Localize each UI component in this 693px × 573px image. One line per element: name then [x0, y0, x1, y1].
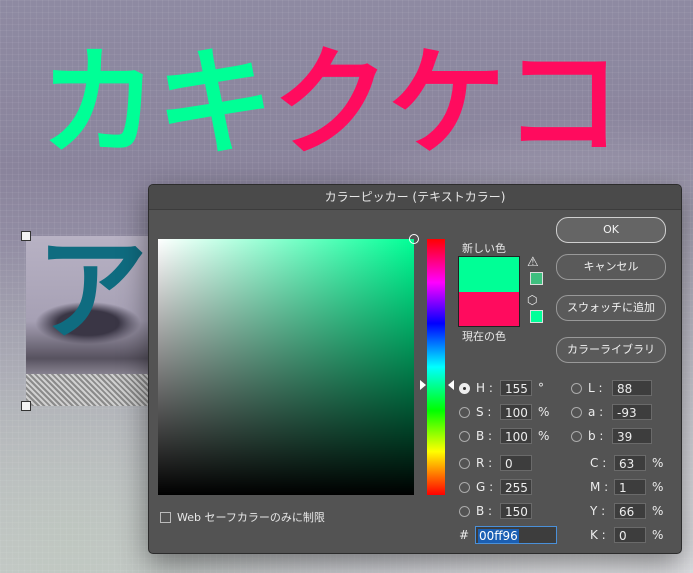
cyan-row: C : 63 % — [590, 453, 663, 473]
canvas-text-green: カキ — [40, 34, 274, 172]
black-unit: % — [652, 528, 664, 542]
lab-b-input[interactable]: 39 — [612, 428, 652, 444]
lab-b-radio[interactable] — [571, 430, 582, 442]
saturation-label: S : — [476, 405, 492, 419]
magenta-row: M : 1 % — [590, 477, 663, 497]
brightness-row: B : 100 % — [459, 426, 549, 446]
hue-radio[interactable] — [459, 382, 470, 394]
canvas-text-layer: カキクケコ — [40, 28, 622, 178]
lab-a-input[interactable]: -93 — [612, 404, 652, 420]
green-input[interactable]: 255 — [500, 479, 532, 495]
yellow-label: Y : — [590, 504, 606, 518]
canvas-text-pink: クケコ — [272, 34, 622, 172]
ok-button[interactable]: OK — [556, 217, 666, 243]
red-input[interactable]: 0 — [500, 455, 532, 471]
brightness-unit: % — [538, 429, 550, 443]
hex-value-selection: 00ff96 — [478, 529, 519, 543]
saturation-radio[interactable] — [459, 406, 470, 418]
color-field-marker[interactable] — [409, 234, 419, 244]
color-libraries-button[interactable]: カラーライブラリ — [556, 337, 666, 363]
red-row: R : 0 — [459, 453, 532, 473]
color-picker-dialog: カラーピッカー (テキストカラー) 新しい色 現在の色 ⚠ ⬡ OK キャンセル… — [148, 184, 682, 554]
lightness-input[interactable]: 88 — [612, 380, 652, 396]
hue-slider[interactable] — [420, 239, 454, 495]
new-color-swatch — [458, 256, 520, 293]
hue-slider-right-arrow[interactable] — [448, 380, 454, 390]
red-radio[interactable] — [459, 457, 470, 469]
lightness-row: L : 88 — [571, 378, 652, 398]
blue-radio[interactable] — [459, 505, 470, 517]
web-only-checkbox[interactable] — [160, 511, 171, 523]
hex-input[interactable]: 00ff96 — [475, 526, 557, 544]
yellow-row: Y : 66 % — [590, 501, 663, 521]
current-color-swatch[interactable] — [458, 292, 520, 327]
lab-a-label: a : — [588, 405, 604, 419]
magenta-label: M : — [590, 480, 609, 494]
black-row: K : 0 % — [590, 525, 663, 545]
hue-label: H : — [476, 381, 493, 395]
cyan-unit: % — [652, 456, 664, 470]
cyan-label: C : — [590, 456, 607, 470]
black-input[interactable]: 0 — [614, 527, 646, 543]
selected-layer-preview[interactable]: ア — [26, 236, 150, 406]
magenta-input[interactable]: 1 — [614, 479, 646, 495]
current-color-label: 現在の色 — [462, 330, 506, 343]
green-row: G : 255 — [459, 477, 532, 497]
lightness-label: L : — [588, 381, 603, 395]
new-color-label: 新しい色 — [462, 242, 506, 255]
layer-glyph: ア — [36, 236, 148, 356]
saturation-input[interactable]: 100 — [500, 404, 532, 420]
blue-input[interactable]: 150 — [500, 503, 532, 519]
web-only-row: Web セーフカラーのみに制限 — [160, 509, 325, 525]
yellow-input[interactable]: 66 — [614, 503, 646, 519]
blue-row: B : 150 — [459, 501, 532, 521]
green-label: G : — [476, 480, 494, 494]
web-safe-cube-icon[interactable]: ⬡ — [527, 293, 537, 307]
blue-label: B : — [476, 504, 493, 518]
magenta-unit: % — [652, 480, 664, 494]
color-field[interactable] — [158, 234, 419, 495]
gamut-warning-icon[interactable]: ⚠ — [527, 255, 539, 270]
brightness-label: B : — [476, 429, 493, 443]
lab-b-row: b : 39 — [571, 426, 652, 446]
yellow-unit: % — [652, 504, 664, 518]
lab-b-label: b : — [588, 429, 604, 443]
dialog-title[interactable]: カラーピッカー (テキストカラー) — [149, 185, 681, 210]
gamut-correction-swatch[interactable] — [530, 272, 543, 285]
lab-a-row: a : -93 — [571, 402, 652, 422]
lab-a-radio[interactable] — [571, 406, 582, 418]
saturation-unit: % — [538, 405, 550, 419]
transform-handle-top-left[interactable] — [21, 231, 31, 241]
lightness-radio[interactable] — [571, 382, 582, 394]
brightness-input[interactable]: 100 — [500, 428, 532, 444]
black-label: K : — [590, 528, 606, 542]
hue-row: H : 155 ° — [459, 378, 544, 398]
hex-label: # — [459, 528, 470, 542]
brightness-radio[interactable] — [459, 430, 470, 442]
cancel-button[interactable]: キャンセル — [556, 254, 666, 280]
hue-slider-left-arrow[interactable] — [420, 380, 426, 390]
hex-row: # 00ff96 — [459, 526, 557, 544]
green-radio[interactable] — [459, 481, 470, 493]
cyan-input[interactable]: 63 — [614, 455, 646, 471]
hue-input[interactable]: 155 — [500, 380, 532, 396]
layer-transparency-pattern — [26, 374, 150, 406]
web-safe-swatch[interactable] — [530, 310, 543, 323]
hue-unit: ° — [538, 381, 544, 395]
web-only-label[interactable]: Web セーフカラーのみに制限 — [177, 509, 325, 525]
add-to-swatches-button[interactable]: スウォッチに追加 — [556, 295, 666, 321]
red-label: R : — [476, 456, 493, 470]
transform-handle-bottom-left[interactable] — [21, 401, 31, 411]
saturation-row: S : 100 % — [459, 402, 549, 422]
